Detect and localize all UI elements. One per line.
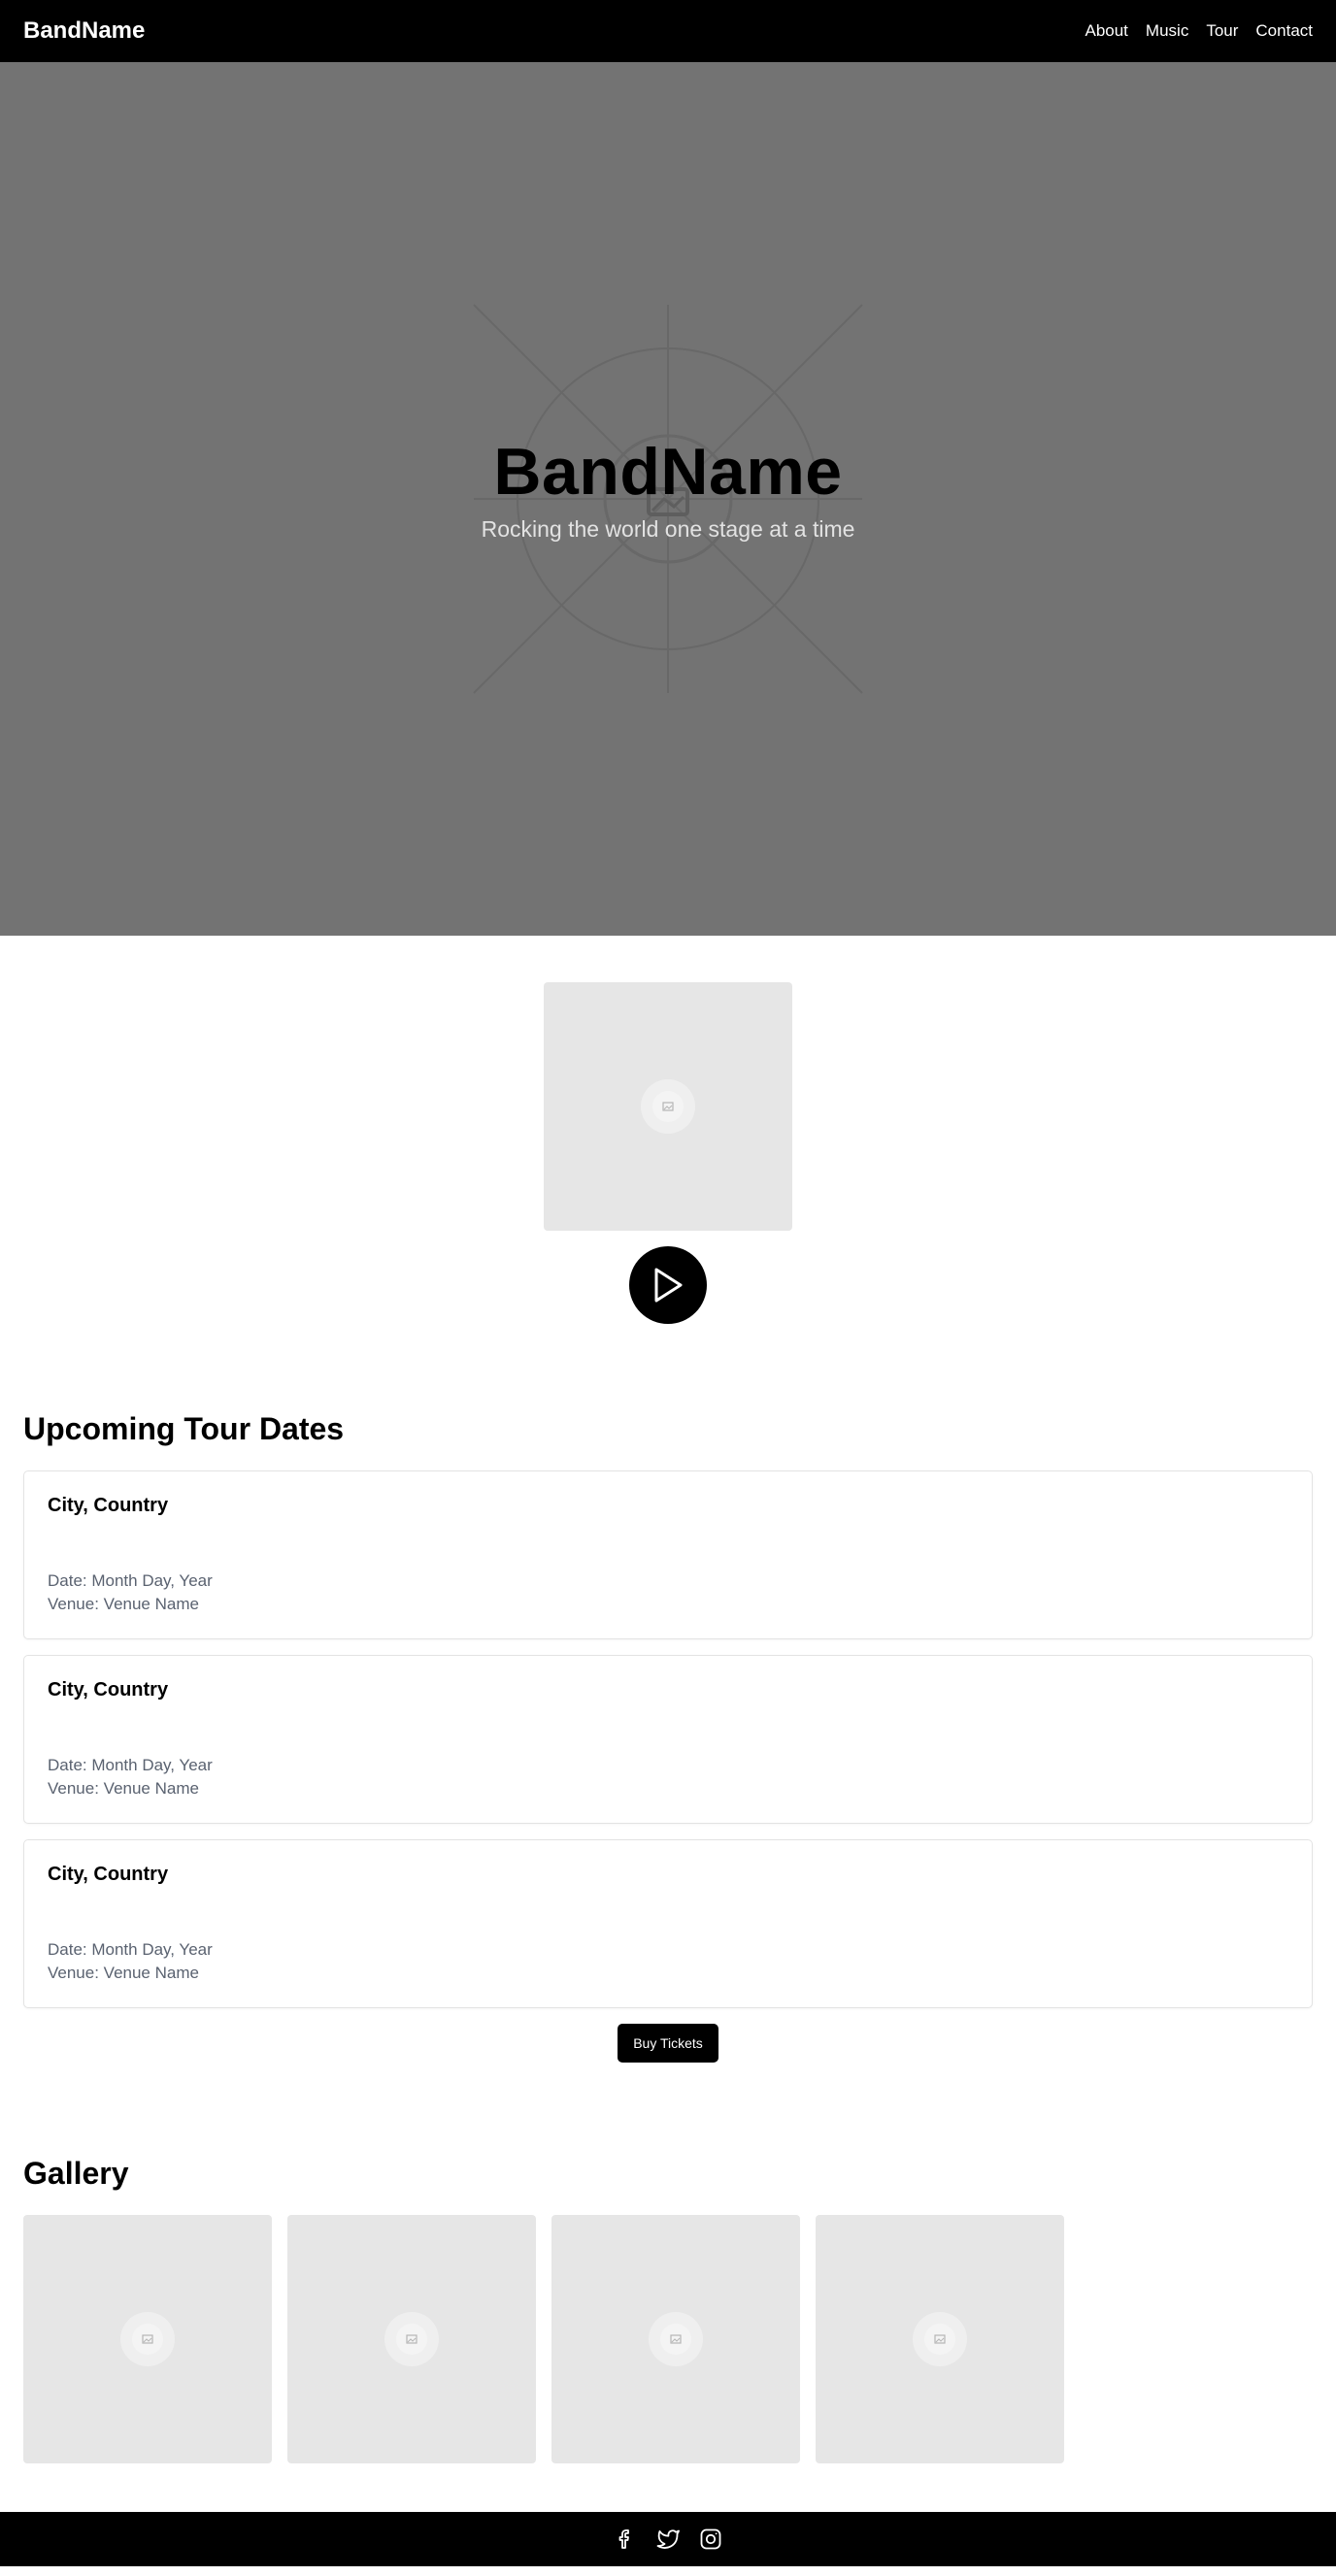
tour-section: Upcoming Tour Dates City, Country Date: …: [0, 1411, 1336, 2063]
footer: [0, 2512, 1336, 2566]
gallery-image[interactable]: [816, 2215, 1064, 2463]
tour-venue: Venue: Venue Name: [48, 1595, 199, 1613]
instagram-icon: [700, 2528, 721, 2550]
gallery-image[interactable]: [287, 2215, 536, 2463]
twitter-icon: [656, 2529, 680, 2549]
tour-city: City, Country: [48, 1864, 169, 1885]
gallery-section: Gallery: [0, 2156, 1336, 2463]
tour-card: City, Country Date: Month Day, Year Venu…: [23, 1470, 1313, 1639]
twitter-link[interactable]: [654, 2526, 682, 2553]
tour-city: City, Country: [48, 1679, 169, 1701]
buy-wrap: Buy Tickets: [23, 2024, 1313, 2063]
nav-link-contact[interactable]: Contact: [1255, 21, 1313, 41]
nav-link-tour[interactable]: Tour: [1206, 21, 1238, 41]
facebook-icon: [618, 2529, 629, 2549]
hero-text: BandName Rocking the world one stage at …: [0, 436, 1336, 543]
facebook-link[interactable]: [612, 2526, 639, 2553]
nav-link-music[interactable]: Music: [1146, 21, 1188, 41]
tour-date: Date: Month Day, Year: [48, 1756, 213, 1774]
tour-meta: Date: Month Day, Year Venue: Venue Name: [48, 1569, 1288, 1616]
tour-date: Date: Month Day, Year: [48, 1940, 213, 1959]
play-icon: [654, 1268, 683, 1303]
image-placeholder-icon: [120, 2312, 175, 2366]
instagram-link[interactable]: [697, 2526, 724, 2553]
nav-link-about[interactable]: About: [1085, 21, 1127, 41]
tour-venue: Venue: Venue Name: [48, 1779, 199, 1798]
buy-tickets-button[interactable]: Buy Tickets: [618, 2024, 718, 2063]
hero-title: BandName: [493, 435, 843, 509]
album-cover: [544, 982, 792, 1231]
gallery-title: Gallery: [23, 2156, 129, 2191]
image-placeholder-icon: [649, 2312, 703, 2366]
music-section: [0, 936, 1336, 1324]
nav-links: About Music Tour Contact: [1085, 21, 1313, 41]
tour-venue: Venue: Venue Name: [48, 1964, 199, 1982]
image-placeholder-icon: [641, 1079, 695, 1134]
hero-subtitle: Rocking the world one stage at a time: [481, 515, 855, 542]
image-placeholder-icon: [384, 2312, 439, 2366]
hero-section: BandName Rocking the world one stage at …: [0, 62, 1336, 936]
gallery-image[interactable]: [23, 2215, 272, 2463]
gallery-image[interactable]: [551, 2215, 800, 2463]
tour-card: City, Country Date: Month Day, Year Venu…: [23, 1839, 1313, 2008]
gallery-grid: [23, 2215, 1313, 2463]
tour-meta: Date: Month Day, Year Venue: Venue Name: [48, 1754, 1288, 1800]
music-player: [0, 982, 1336, 1324]
play-button[interactable]: [629, 1246, 707, 1324]
tour-card: City, Country Date: Month Day, Year Venu…: [23, 1655, 1313, 1824]
tour-date: Date: Month Day, Year: [48, 1571, 213, 1590]
top-navbar: BandName About Music Tour Contact: [0, 0, 1336, 62]
brand-logo[interactable]: BandName: [23, 17, 145, 45]
image-placeholder-icon: [913, 2312, 967, 2366]
tour-meta: Date: Month Day, Year Venue: Venue Name: [48, 1938, 1288, 1985]
tour-city: City, Country: [48, 1495, 169, 1516]
tour-title: Upcoming Tour Dates: [23, 1411, 345, 1446]
